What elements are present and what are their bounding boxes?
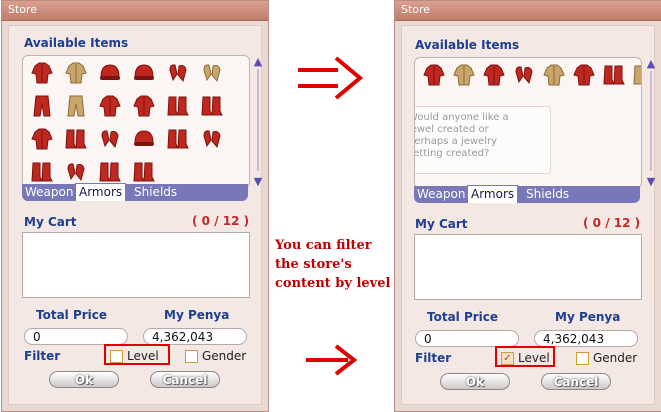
my-penya-label: My Penya	[164, 308, 230, 322]
red-boots-icon[interactable]	[165, 126, 191, 152]
tan-jacket-icon[interactable]	[541, 62, 567, 88]
item-grid	[421, 62, 641, 93]
tan-boots-icon[interactable]	[631, 62, 641, 88]
available-items-label: Available Items	[24, 36, 129, 50]
scroll-down-icon[interactable]: ▼	[645, 175, 657, 188]
npc-message-line: Would anyone like a	[414, 112, 509, 123]
red-gloves-icon[interactable]	[63, 159, 89, 185]
items-scrollbar[interactable]: ▲ ▼	[645, 57, 657, 188]
red-helmet-icon[interactable]	[97, 60, 123, 86]
gender-filter[interactable]: Gender	[185, 348, 246, 364]
available-items-label: Available Items	[415, 38, 520, 52]
red-suit-icon[interactable]	[97, 93, 123, 119]
filter-caption: You can filter the store's content by le…	[275, 236, 395, 293]
tab-weapon[interactable]: Weapon	[414, 186, 468, 203]
red-boots-icon[interactable]	[165, 93, 191, 119]
category-tabs: Weapon Armors Shields	[414, 185, 640, 203]
npc-message-line: jewel created or	[414, 124, 489, 135]
red-suit-icon[interactable]	[131, 93, 157, 119]
red-cap-icon[interactable]	[131, 126, 157, 152]
ok-button[interactable]: Ok	[440, 373, 510, 390]
my-cart-label: My Cart	[24, 215, 77, 229]
red-boots-icon[interactable]	[601, 62, 627, 88]
cart-list[interactable]	[414, 234, 642, 300]
cancel-button[interactable]: Cancel	[541, 373, 611, 390]
gender-checkbox[interactable]	[185, 349, 198, 363]
penya-field: 4,362,043	[534, 330, 638, 347]
penya-field: 4,362,043	[143, 328, 247, 345]
npc-message-overlay: Would anyone like a jewel created or per…	[414, 106, 551, 174]
gender-label: Gender	[202, 349, 247, 363]
tan-gloves-icon[interactable]	[199, 60, 225, 86]
gender-label: Gender	[593, 351, 638, 365]
red-boots-icon[interactable]	[97, 159, 123, 185]
red-suit-icon[interactable]	[571, 62, 597, 88]
scroll-down-icon[interactable]: ▼	[252, 175, 264, 188]
title-bar[interactable]: Store	[395, 1, 661, 21]
tab-armors[interactable]: Armors	[75, 183, 127, 201]
items-panel	[22, 55, 250, 189]
my-cart-label: My Cart	[415, 217, 468, 231]
tan-pants-icon[interactable]	[63, 93, 89, 119]
tan-jacket-icon[interactable]	[451, 62, 477, 88]
level-highlight-box	[104, 344, 170, 365]
store-window-after: Store Available Items Would anyone like …	[394, 0, 661, 412]
red-boots-icon[interactable]	[29, 159, 55, 185]
items-panel: Would anyone like a jewel created or per…	[414, 57, 642, 189]
tab-weapon[interactable]: Weapon	[22, 184, 76, 201]
window-title: Store	[401, 3, 431, 16]
red-gloves-icon[interactable]	[165, 60, 191, 86]
item-grid	[29, 60, 226, 188]
red-gloves-icon[interactable]	[97, 126, 123, 152]
caption-line: the store's	[275, 257, 352, 272]
filter-label: Filter	[415, 351, 452, 365]
red-jacket-icon[interactable]	[29, 60, 55, 86]
red-jacket-icon[interactable]	[29, 126, 55, 152]
cancel-button[interactable]: Cancel	[150, 371, 220, 388]
gender-checkbox[interactable]	[576, 351, 589, 365]
ok-button[interactable]: Ok	[49, 371, 119, 388]
caption-line: content by level	[275, 276, 391, 291]
red-gloves-icon[interactable]	[511, 62, 537, 88]
total-price-label: Total Price	[36, 308, 108, 322]
total-price-label: Total Price	[427, 310, 499, 324]
window-title: Store	[8, 3, 38, 16]
npc-message-line: perhaps a jewelry	[414, 136, 498, 147]
my-penya-label: My Penya	[555, 310, 621, 324]
double-arrow-icon	[298, 56, 364, 100]
store-window-before: Store Available Items ▲ ▼ Weapon Armors …	[1, 0, 269, 412]
red-cap-icon[interactable]	[131, 60, 157, 86]
tab-shields[interactable]: Shields	[131, 184, 180, 201]
tab-shields[interactable]: Shields	[523, 186, 572, 203]
gender-filter[interactable]: Gender	[576, 350, 637, 366]
cart-list[interactable]	[22, 232, 250, 298]
level-highlight-box	[495, 346, 555, 367]
red-boots-icon[interactable]	[131, 159, 157, 185]
cart-count: ( 0 / 12 )	[192, 214, 250, 228]
arrow-right-icon	[306, 344, 358, 376]
scroll-up-icon[interactable]: ▲	[252, 55, 264, 68]
scroll-track[interactable]	[650, 71, 652, 171]
title-bar[interactable]: Store	[2, 1, 268, 21]
red-pants-icon[interactable]	[29, 93, 55, 119]
npc-message-line: setting created?	[414, 148, 490, 159]
tab-armors[interactable]: Armors	[467, 185, 519, 203]
category-tabs: Weapon Armors Shields	[22, 183, 248, 201]
tan-jacket-icon[interactable]	[63, 60, 89, 86]
cart-count: ( 0 / 12 )	[583, 216, 641, 230]
total-price-field: 0	[415, 330, 519, 347]
caption-line: You can filter	[275, 238, 372, 253]
total-price-field: 0	[24, 328, 128, 345]
red-jacket-icon[interactable]	[421, 62, 447, 88]
scroll-track[interactable]	[257, 69, 259, 171]
red-gloves-icon[interactable]	[199, 126, 225, 152]
red-boots-icon[interactable]	[63, 126, 89, 152]
red-jacket-icon[interactable]	[481, 62, 507, 88]
filter-label: Filter	[24, 349, 61, 363]
red-boots-icon[interactable]	[199, 93, 225, 119]
items-scrollbar[interactable]: ▲ ▼	[252, 55, 264, 188]
scroll-up-icon[interactable]: ▲	[645, 57, 657, 70]
